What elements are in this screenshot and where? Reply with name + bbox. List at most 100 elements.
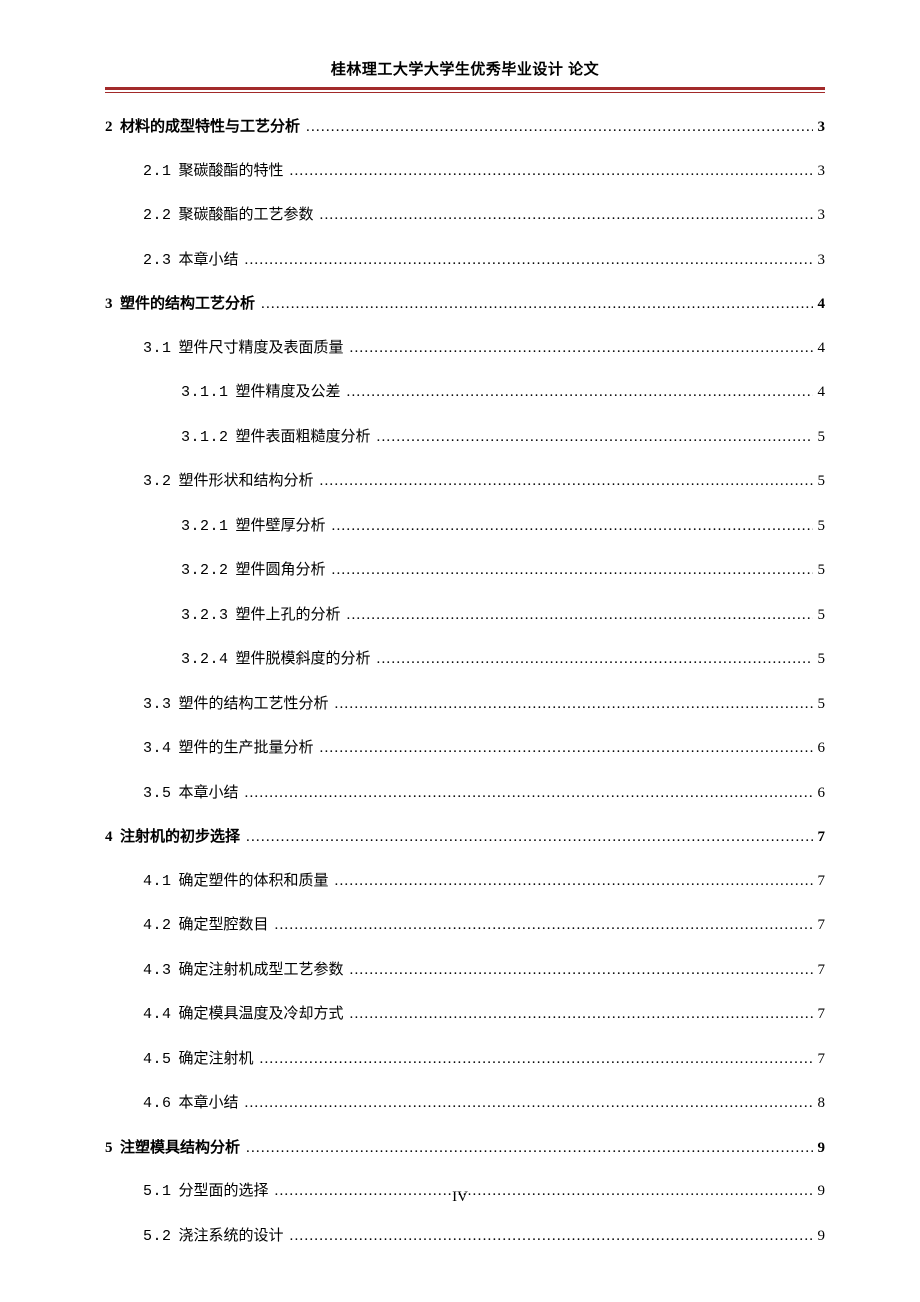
toc-entry-page: 6	[815, 739, 825, 757]
toc-leader-dots	[245, 251, 813, 269]
toc-entry-number: 3	[105, 295, 113, 313]
toc-entry-title: 塑件表面粗糙度分析	[236, 428, 371, 446]
toc-entry-number: 3.2	[143, 473, 172, 491]
toc-leader-dots	[245, 784, 813, 802]
page-header-title: 桂林理工大学大学生优秀毕业设计 论文	[105, 58, 825, 79]
page-number: IV	[0, 1189, 920, 1206]
toc-entry-number: 2.2	[143, 207, 172, 225]
toc-entry-title: 塑件形状和结构分析	[179, 472, 314, 490]
toc-entry-title: 注塑模具结构分析	[120, 1139, 240, 1157]
toc-entry: 3.1.1 塑件精度及公差 4	[105, 383, 825, 402]
toc-entry: 3.2.1塑件壁厚分析5	[105, 517, 825, 536]
toc-leader-dots	[350, 1005, 813, 1023]
toc-leader-dots	[261, 295, 813, 313]
toc-leader-dots	[306, 118, 813, 136]
toc-leader-dots	[377, 428, 813, 446]
toc-entry-number: 4.4	[143, 1006, 172, 1024]
toc-leader-dots	[350, 961, 813, 979]
toc-entry-number: 5	[105, 1139, 113, 1157]
toc-entry-number: 4	[105, 828, 113, 846]
toc-leader-dots	[350, 339, 813, 357]
toc-entry-page: 7	[815, 828, 825, 846]
toc-leader-dots	[246, 828, 813, 846]
toc-entry-page: 5	[815, 428, 825, 446]
toc-entry-number: 4.5	[143, 1051, 172, 1069]
toc-entry-title: 确定塑件的体积和质量	[179, 872, 329, 890]
toc-entry-page: 7	[815, 1050, 825, 1068]
toc-leader-dots	[335, 872, 813, 890]
toc-entry-page: 5	[815, 606, 825, 624]
toc-entry-page: 7	[815, 916, 825, 934]
toc-entry-number: 4.1	[143, 873, 172, 891]
toc-entry: 4.5 确定注射机 7	[105, 1050, 825, 1069]
toc-entry-title: 确定注射机	[179, 1050, 254, 1068]
toc-entry-page: 3	[815, 206, 825, 224]
toc-leader-dots	[246, 1139, 813, 1157]
toc-leader-dots	[377, 650, 813, 668]
toc-entry-page: 3	[815, 251, 825, 269]
toc-entry-number: 4.3	[143, 962, 172, 980]
toc-entry-title: 注射机的初步选择	[120, 828, 240, 846]
toc-leader-dots	[290, 162, 813, 180]
toc-entry-number: 2.3	[143, 252, 172, 270]
toc-entry-page: 4	[815, 339, 825, 357]
toc-entry: 2.3 本章小结 3	[105, 251, 825, 270]
toc-leader-dots	[275, 916, 813, 934]
toc-entry-title: 确定模具温度及冷却方式	[179, 1005, 344, 1023]
toc-entry-title: 确定型腔数目	[179, 916, 269, 934]
toc-entry-page: 8	[815, 1094, 825, 1112]
toc-entry-page: 6	[815, 784, 825, 802]
toc-leader-dots	[245, 1094, 813, 1112]
table-of-contents: 2材料的成型特性与工艺分析32.1聚碳酸酯的特性32.2聚碳酸酯的工艺参数32.…	[105, 118, 825, 1246]
toc-entry-page: 3	[815, 162, 825, 180]
toc-entry-title: 塑件壁厚分析	[236, 517, 326, 535]
header-rule	[105, 87, 825, 90]
toc-entry-number: 3.5	[143, 785, 172, 803]
toc-entry-number: 3.1.2	[181, 429, 229, 447]
toc-entry-number: 3.1.1	[181, 384, 229, 402]
toc-entry-number: 3.2.2	[181, 562, 229, 580]
toc-entry: 4.6本章小结8	[105, 1094, 825, 1113]
toc-entry: 3塑件的结构工艺分析4	[105, 295, 825, 313]
toc-entry-title: 材料的成型特性与工艺分析	[120, 118, 300, 136]
toc-leader-dots	[290, 1227, 813, 1245]
toc-entry-title: 本章小结	[179, 784, 239, 802]
toc-entry-title: 本章小结	[179, 251, 239, 269]
toc-entry: 4.2 确定型腔数目 7	[105, 916, 825, 935]
toc-entry: 4.1确定塑件的体积和质量7	[105, 872, 825, 891]
toc-entry: 2.2 聚碳酸酯的工艺参数 3	[105, 206, 825, 225]
toc-leader-dots	[332, 561, 813, 579]
toc-entry-title: 塑件圆角分析	[236, 561, 326, 579]
toc-leader-dots	[320, 206, 813, 224]
toc-entry: 3.1.2 塑件表面粗糙度分析 5	[105, 428, 825, 447]
toc-entry-title: 塑件尺寸精度及表面质量	[179, 339, 344, 357]
toc-entry-page: 7	[815, 961, 825, 979]
toc-entry: 3.5 本章小结 6	[105, 784, 825, 803]
toc-leader-dots	[332, 517, 813, 535]
toc-entry: 5注塑模具结构分析9	[105, 1139, 825, 1157]
toc-entry: 3.2.3塑件上孔的分析5	[105, 606, 825, 625]
toc-leader-dots	[320, 739, 813, 757]
toc-entry-page: 9	[815, 1227, 825, 1245]
toc-entry-title: 塑件的生产批量分析	[179, 739, 314, 757]
toc-entry-title: 聚碳酸酯的工艺参数	[179, 206, 314, 224]
toc-entry: 3.2.2塑件圆角分析5	[105, 561, 825, 580]
toc-entry-title: 塑件精度及公差	[236, 383, 341, 401]
toc-entry-title: 确定注射机成型工艺参数	[179, 961, 344, 979]
toc-entry: 5.2浇注系统的设计9	[105, 1227, 825, 1246]
toc-entry: 3.2.4塑件脱模斜度的分析5	[105, 650, 825, 669]
toc-entry-number: 4.2	[143, 917, 172, 935]
toc-entry-title: 塑件的结构工艺性分析	[179, 695, 329, 713]
toc-leader-dots	[347, 383, 813, 401]
toc-entry-number: 3.4	[143, 740, 172, 758]
toc-entry-page: 5	[815, 650, 825, 668]
toc-entry: 4.3 确定注射机成型工艺参数 7	[105, 961, 825, 980]
toc-entry-page: 3	[815, 118, 825, 136]
toc-entry-number: 5.2	[143, 1228, 172, 1246]
toc-entry-page: 5	[815, 517, 825, 535]
toc-entry: 3.3塑件的结构工艺性分析5	[105, 695, 825, 714]
toc-entry-page: 4	[815, 383, 825, 401]
toc-entry-page: 7	[815, 1005, 825, 1023]
toc-entry-number: 2	[105, 118, 113, 136]
toc-entry: 4 注射机的初步选择 7	[105, 828, 825, 846]
